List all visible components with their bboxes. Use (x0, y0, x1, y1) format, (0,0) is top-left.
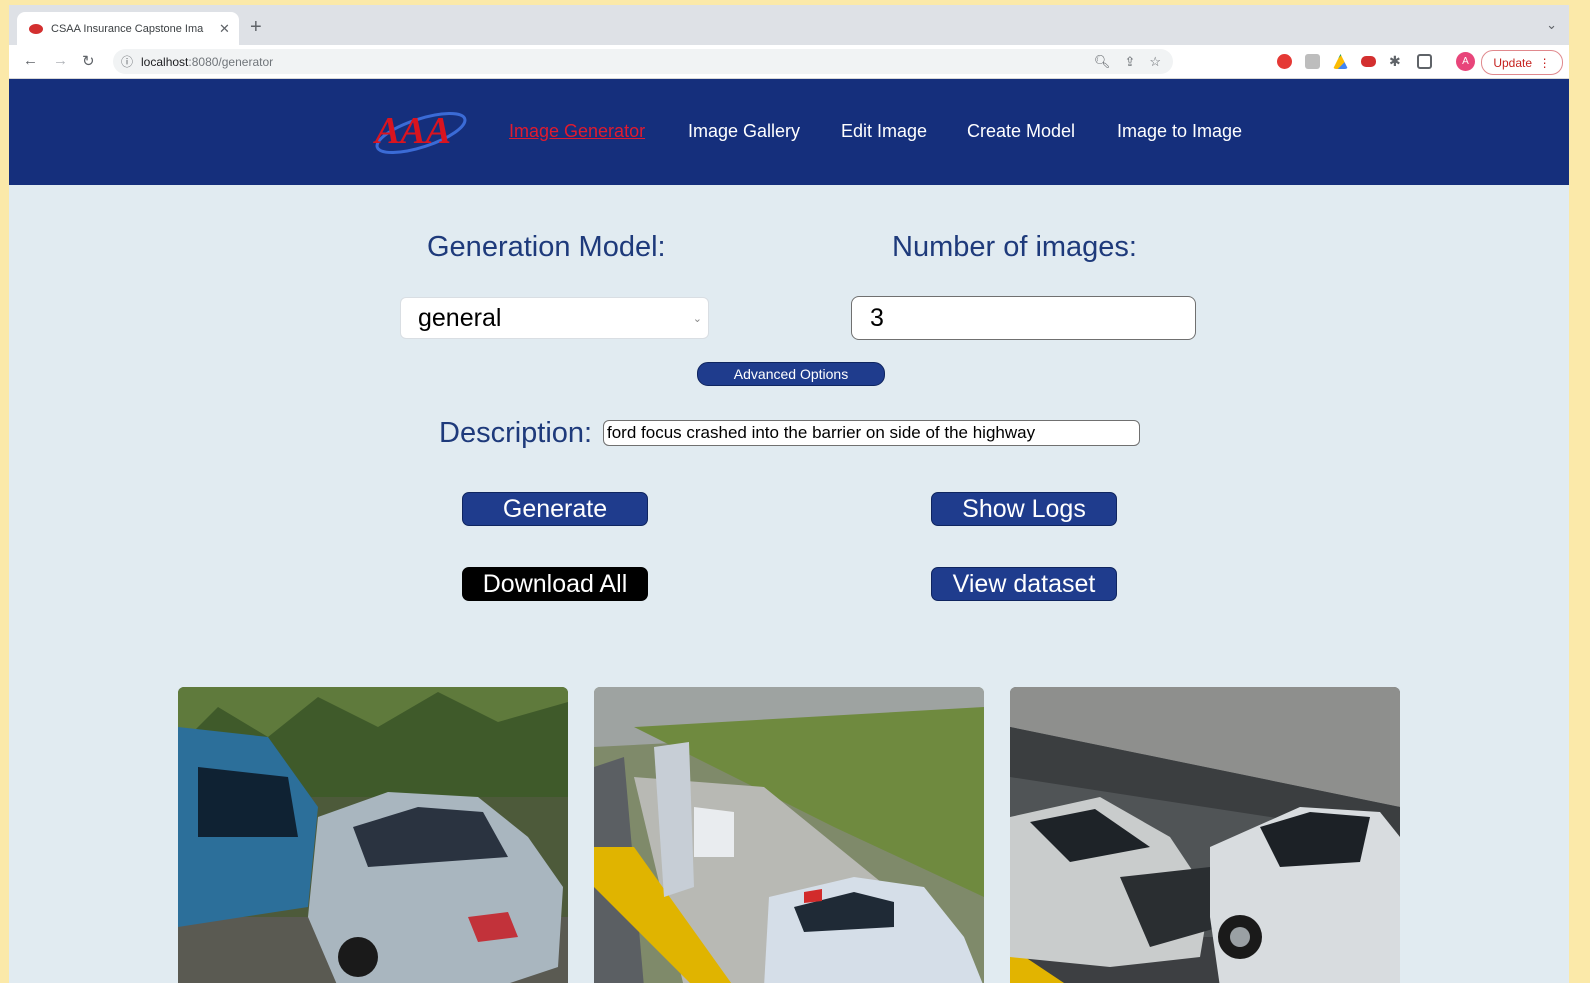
generation-model-value: general (418, 303, 502, 332)
chevron-down-icon: ⌄ (692, 313, 702, 325)
close-icon[interactable]: ✕ (219, 21, 230, 37)
result-image-1[interactable] (178, 687, 568, 983)
update-label: Update (1493, 55, 1533, 70)
avatar[interactable]: A (1456, 52, 1475, 71)
show-logs-button[interactable]: Show Logs (931, 492, 1117, 526)
url-host: localhost (141, 54, 189, 69)
nav-image-to-image[interactable]: Image to Image (1117, 121, 1242, 142)
update-button[interactable]: Update ⋮ (1481, 50, 1563, 75)
nav-image-generator[interactable]: Image Generator (509, 121, 645, 142)
extensions-area: ✱ (1277, 54, 1432, 69)
aaa-logo[interactable]: AAA (371, 99, 471, 163)
extension-red-icon[interactable] (1277, 54, 1292, 69)
tab-strip: CSAA Insurance Capstone Ima ✕ + ⌄ (9, 5, 1569, 45)
youtube-icon[interactable] (1361, 56, 1376, 67)
zoom-icon[interactable]: 🔍︎ (1094, 54, 1111, 70)
url-path: :8080/generator (188, 54, 274, 69)
nav-create-model[interactable]: Create Model (967, 121, 1075, 142)
chevron-down-icon[interactable]: ⌄ (1546, 17, 1557, 33)
result-image-3[interactable] (1010, 687, 1400, 983)
bookmark-star-icon[interactable]: ☆ (1149, 54, 1161, 70)
generate-button[interactable]: Generate (462, 492, 648, 526)
generation-model-select[interactable]: general ⌄ (400, 297, 709, 339)
number-of-images-label: Number of images: (892, 231, 1137, 263)
back-arrow-icon[interactable]: ← (23, 52, 38, 69)
nav-edit-image[interactable]: Edit Image (841, 121, 927, 142)
advanced-options-button[interactable]: Advanced Options (697, 362, 885, 386)
aaa-favicon-icon (29, 23, 43, 34)
browser-window: CSAA Insurance Capstone Ima ✕ + ⌄ ← → ↻ … (9, 5, 1569, 983)
description-value: ford focus crashed into the barrier on s… (607, 423, 1036, 442)
tab-title: CSAA Insurance Capstone Ima (51, 22, 204, 35)
result-image-2[interactable] (594, 687, 984, 983)
nav-image-gallery[interactable]: Image Gallery (688, 121, 800, 142)
description-label: Description: (439, 417, 593, 449)
description-input[interactable]: ford focus crashed into the barrier on s… (603, 420, 1140, 446)
drive-icon[interactable] (1333, 54, 1348, 69)
browser-toolbar: ← → ↻ ⓘ localhost:8080/generator 🔍︎ ⇪ ☆ … (9, 45, 1569, 79)
download-all-button[interactable]: Download All (462, 567, 648, 601)
reload-icon[interactable]: ↻ (82, 52, 95, 70)
address-bar[interactable]: ⓘ localhost:8080/generator 🔍︎ ⇪ ☆ (113, 49, 1173, 74)
info-icon[interactable]: ⓘ (121, 53, 133, 70)
svg-text:AAA: AAA (373, 110, 451, 152)
extension-grey-icon[interactable] (1305, 54, 1320, 69)
number-of-images-input[interactable]: 3 (851, 296, 1196, 340)
browser-tab[interactable]: CSAA Insurance Capstone Ima ✕ (17, 12, 239, 45)
site-navbar: AAA Image Generator Image Gallery Edit I… (9, 79, 1569, 185)
generation-model-label: Generation Model: (427, 231, 666, 263)
side-panel-icon[interactable] (1417, 54, 1432, 69)
share-icon[interactable]: ⇪ (1124, 54, 1135, 70)
puzzle-icon[interactable]: ✱ (1389, 54, 1404, 69)
view-dataset-button[interactable]: View dataset (931, 567, 1117, 601)
number-of-images-value: 3 (870, 303, 884, 332)
forward-arrow-icon[interactable]: → (53, 52, 68, 69)
new-tab-icon[interactable]: + (250, 16, 262, 39)
